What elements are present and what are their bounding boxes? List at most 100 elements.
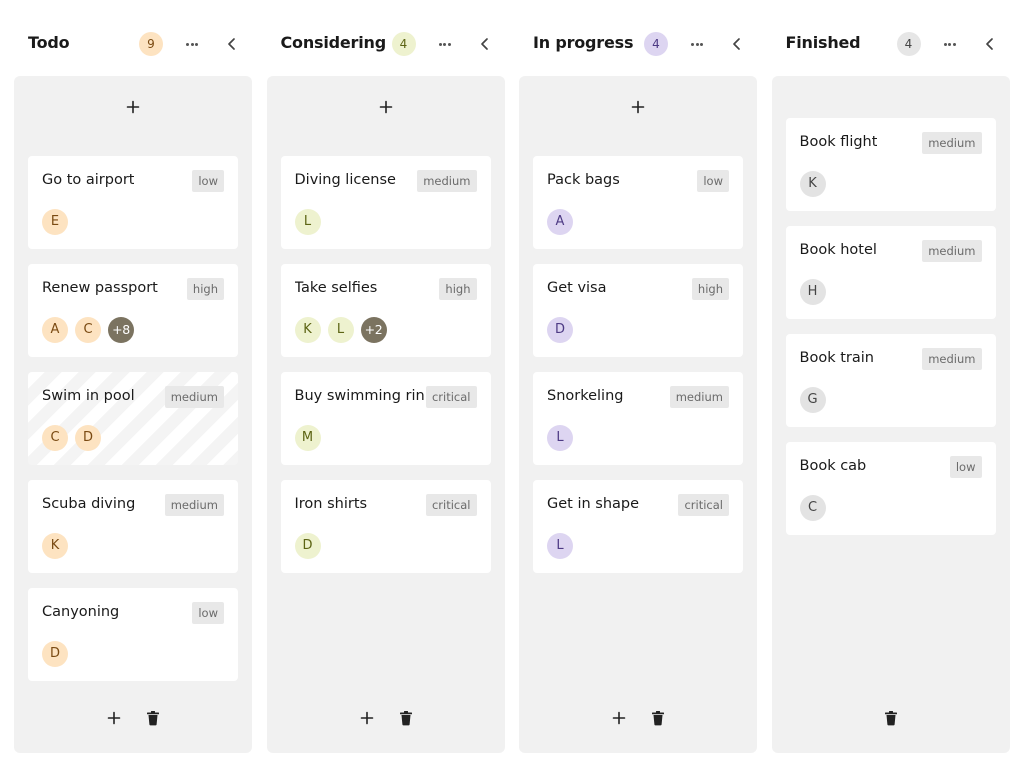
priority-badge: medium: [922, 348, 982, 370]
avatar[interactable]: K: [42, 533, 68, 559]
priority-badge: medium: [922, 240, 982, 262]
trash-icon: [142, 707, 164, 729]
avatar[interactable]: K: [799, 171, 826, 197]
card-count-badge: 4: [391, 32, 416, 56]
avatar[interactable]: D: [42, 641, 68, 667]
avatar[interactable]: C: [42, 425, 68, 451]
column-header: Finished 4: [772, 28, 996, 60]
priority-badge: critical: [678, 494, 729, 516]
task-card[interactable]: Snorkeling medium L: [533, 372, 743, 465]
column-body: Go to airport low E Renew passport high A C +8 S…: [14, 76, 252, 753]
more-horizontal-icon[interactable]: [685, 32, 709, 56]
task-card[interactable]: Renew passport high A C +8: [28, 264, 238, 357]
card-title: Book hotel: [799, 242, 877, 258]
column-title: Finished: [785, 33, 861, 52]
plus-icon: [356, 707, 378, 729]
more-horizontal-icon[interactable]: [938, 32, 962, 56]
avatar[interactable]: C: [799, 495, 826, 521]
chevron-left-icon[interactable]: [220, 32, 244, 56]
column-todo: Todo 9 Go to airport low E Renew passport high…: [14, 0, 252, 768]
card-title: Pack bags: [547, 172, 620, 188]
task-card[interactable]: Diving license medium L: [280, 156, 491, 249]
kanban-board: Todo 9 Go to airport low E Renew passport high…: [0, 0, 1024, 768]
avatar[interactable]: K: [294, 317, 321, 343]
add-card-button[interactable]: [356, 707, 378, 729]
more-assignees-avatar[interactable]: +2: [360, 317, 387, 343]
card-title: Swim in pool: [42, 388, 135, 404]
avatar[interactable]: H: [799, 279, 826, 305]
task-card[interactable]: Buy swimming rin critical M: [280, 372, 491, 465]
avatar[interactable]: L: [547, 533, 573, 559]
card-title: Diving license: [294, 172, 396, 188]
priority-badge: low: [192, 170, 224, 192]
chevron-left-icon[interactable]: [473, 32, 497, 56]
card-title: Iron shirts: [294, 496, 368, 512]
task-card[interactable]: Go to airport low E: [28, 156, 238, 249]
trash-icon: [880, 707, 902, 729]
plus-icon: [122, 96, 144, 118]
add-card-top-button[interactable]: [627, 96, 649, 118]
column-footer: [772, 707, 1010, 729]
delete-button[interactable]: [395, 707, 417, 729]
task-card[interactable]: Scuba diving medium K: [28, 480, 238, 573]
add-card-button[interactable]: [608, 707, 630, 729]
chevron-left-icon[interactable]: [978, 32, 1002, 56]
priority-badge: low: [192, 602, 224, 624]
plus-icon: [608, 707, 630, 729]
column-in-progress: In progress 4 Pack bags low A Get visa high D Sn…: [519, 0, 757, 768]
card-title: Get in shape: [547, 496, 640, 512]
task-card[interactable]: Take selfies high K L +2: [280, 264, 491, 357]
task-card[interactable]: Iron shirts critical D: [280, 480, 491, 573]
priority-badge: low: [949, 456, 982, 478]
task-card[interactable]: Canyoning low D: [28, 588, 238, 681]
avatar[interactable]: D: [294, 533, 321, 559]
avatar[interactable]: L: [294, 209, 321, 235]
delete-button[interactable]: [142, 707, 164, 729]
task-card[interactable]: Swim in pool medium C D: [28, 372, 238, 465]
column-footer: [519, 707, 757, 729]
add-card-top-button[interactable]: [122, 96, 144, 118]
avatar[interactable]: G: [799, 387, 826, 413]
add-card-button[interactable]: [103, 707, 125, 729]
avatar[interactable]: A: [547, 209, 573, 235]
plus-icon: [627, 96, 649, 118]
column-header: Considering 4: [267, 28, 491, 60]
column-title: Todo: [28, 33, 70, 52]
task-card[interactable]: Pack bags low A: [533, 156, 743, 249]
avatar[interactable]: M: [294, 425, 321, 451]
column-footer: [14, 707, 252, 729]
more-horizontal-icon[interactable]: [433, 32, 457, 56]
avatar[interactable]: A: [42, 317, 68, 343]
priority-badge: low: [697, 170, 729, 192]
task-card[interactable]: Get visa high D: [533, 264, 743, 357]
more-assignees-avatar[interactable]: +8: [108, 317, 134, 343]
avatar[interactable]: D: [547, 317, 573, 343]
column-body: Book flight medium K Book hotel medium H Book …: [771, 76, 1010, 753]
chevron-left-icon[interactable]: [725, 32, 749, 56]
card-count-badge: 9: [139, 32, 163, 56]
priority-badge: critical: [425, 494, 477, 516]
column-title: Considering: [280, 33, 387, 52]
avatar[interactable]: C: [75, 317, 101, 343]
avatar[interactable]: L: [327, 317, 354, 343]
card-count-badge: 4: [644, 32, 668, 56]
more-horizontal-icon[interactable]: [180, 32, 204, 56]
priority-badge: medium: [164, 386, 224, 408]
task-card[interactable]: Book hotel medium H: [785, 226, 996, 319]
column-body: Diving license medium L Take selfies high K L +…: [266, 76, 505, 753]
task-card[interactable]: Book cab low C: [785, 442, 996, 535]
task-card[interactable]: Book train medium G: [785, 334, 996, 427]
task-card[interactable]: Book flight medium K: [785, 118, 996, 211]
avatar[interactable]: D: [75, 425, 101, 451]
column-finished: Finished 4 Book flight medium K Book hotel med…: [771, 0, 1010, 768]
delete-button[interactable]: [647, 707, 669, 729]
avatar[interactable]: E: [42, 209, 68, 235]
column-header: Todo 9: [14, 28, 238, 60]
task-card[interactable]: Get in shape critical L: [533, 480, 743, 573]
card-title: Scuba diving: [42, 496, 136, 512]
delete-button[interactable]: [880, 707, 902, 729]
avatar[interactable]: L: [547, 425, 573, 451]
add-card-top-button[interactable]: [375, 96, 397, 118]
priority-badge: medium: [669, 386, 729, 408]
card-title: Take selfies: [294, 280, 378, 296]
